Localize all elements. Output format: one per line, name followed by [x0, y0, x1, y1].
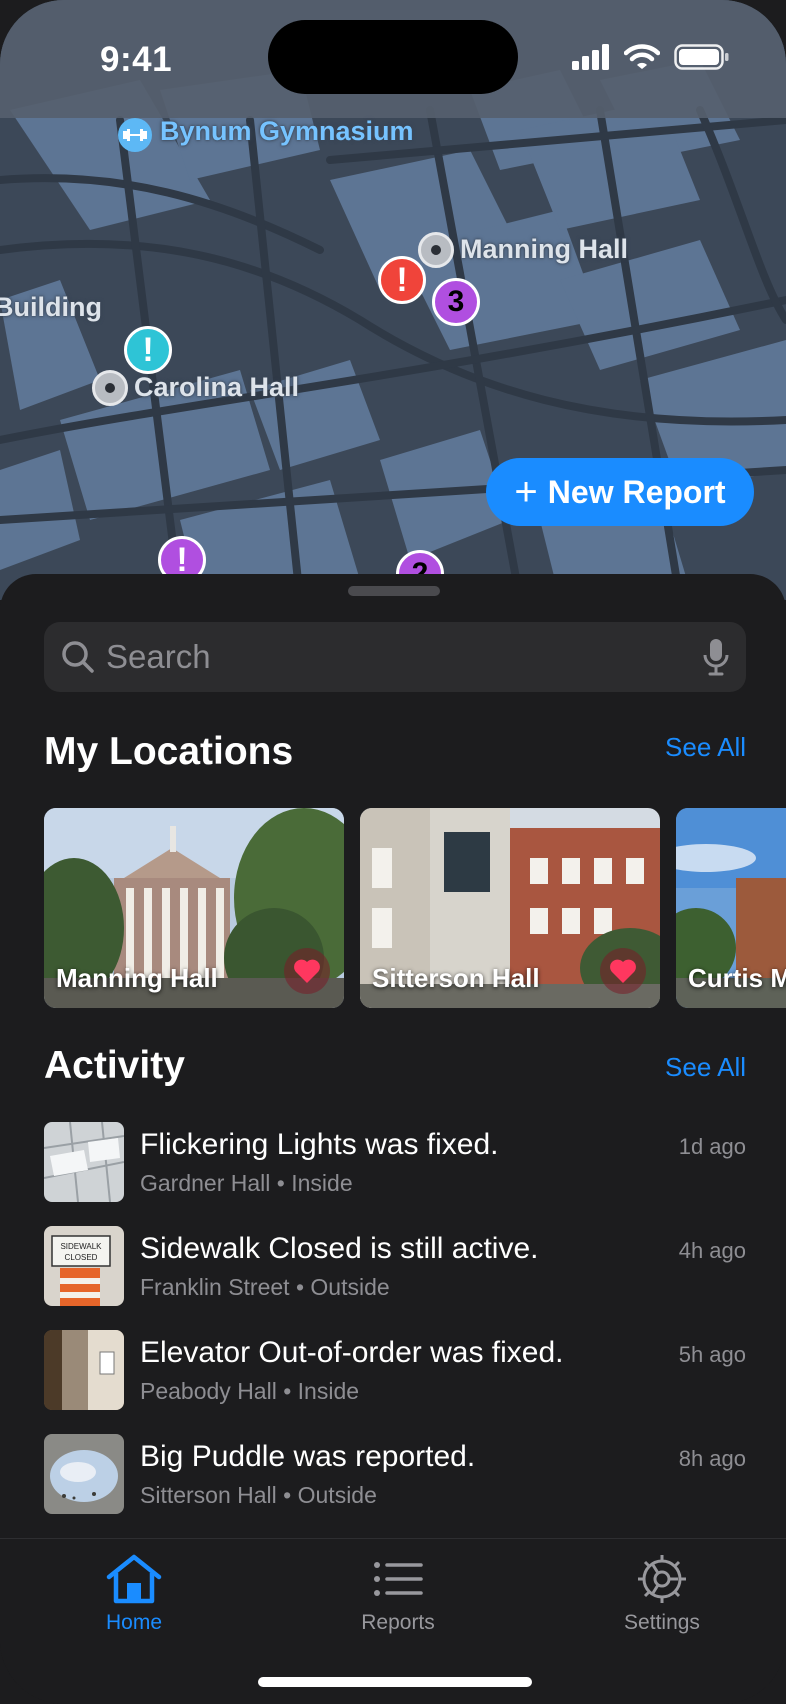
- status-time: 9:41: [100, 40, 173, 79]
- list-icon: [374, 1562, 423, 1596]
- activity-subtitle: Peabody Hall • Inside: [140, 1378, 360, 1404]
- location-card-sitterson[interactable]: Sitterson Hall: [360, 808, 660, 1008]
- cluster-pin[interactable]: 3: [432, 278, 480, 326]
- activity-title: Big Puddle was reported.: [140, 1440, 476, 1473]
- cellular-signal-icon: [572, 44, 609, 70]
- activity-time: 8h ago: [678, 1446, 746, 1471]
- microphone-icon[interactable]: [700, 637, 732, 677]
- activity-row[interactable]: SIDEWALK CLOSED Sidewalk Closed is still…: [44, 1226, 746, 1306]
- locations-carousel[interactable]: Manning Hall Sitterson Hall Curtis M: [44, 808, 786, 1008]
- new-report-label: New Report: [547, 473, 726, 510]
- activity-time: 4h ago: [678, 1238, 746, 1263]
- phone-screen: 9:41 Bynum Gymnasium Manning Hall Buildi…: [0, 0, 786, 1704]
- location-name: Sitterson Hall: [372, 963, 540, 993]
- favorite-heart-icon[interactable]: [600, 948, 646, 994]
- activity-time: 5h ago: [678, 1342, 746, 1367]
- poi-marker-carolina[interactable]: [92, 370, 128, 406]
- activity-subtitle: Franklin Street • Outside: [140, 1274, 390, 1300]
- new-report-button[interactable]: + New Report: [486, 458, 754, 526]
- search-input[interactable]: [106, 638, 700, 676]
- activity-thumbnail: [44, 1122, 124, 1202]
- activity-subtitle: Gardner Hall • Inside: [140, 1170, 353, 1196]
- activity-see-all[interactable]: See All: [665, 1052, 746, 1083]
- tab-reports[interactable]: Reports: [318, 1553, 478, 1653]
- campus-map[interactable]: 9:41 Bynum Gymnasium Manning Hall Buildi…: [0, 0, 786, 600]
- svg-text:CLOSED: CLOSED: [65, 1253, 98, 1262]
- favorite-heart-icon[interactable]: [284, 948, 330, 994]
- alert-pin-red[interactable]: !: [378, 256, 426, 304]
- tab-settings-label: Settings: [624, 1611, 700, 1634]
- alert-pin-cyan[interactable]: !: [124, 326, 172, 374]
- status-icons: [572, 44, 730, 70]
- tab-home-label: Home: [105, 1611, 163, 1634]
- activity-title: Sidewalk Closed is still active.: [140, 1232, 539, 1265]
- search-bar[interactable]: [44, 622, 746, 692]
- map-label-gymnasium[interactable]: Bynum Gymnasium: [160, 116, 414, 147]
- activity-subtitle: Sitterson Hall • Outside: [140, 1482, 377, 1508]
- tab-home[interactable]: Home: [54, 1553, 214, 1653]
- location-card-curtis[interactable]: Curtis M: [676, 808, 786, 1008]
- dumbbell-icon[interactable]: [118, 118, 152, 152]
- battery-icon: [674, 44, 729, 70]
- poi-marker-manning[interactable]: [418, 232, 454, 268]
- dynamic-island: [268, 20, 518, 94]
- tab-settings[interactable]: Settings: [582, 1553, 742, 1653]
- activity-thumbnail: SIDEWALK CLOSED: [44, 1226, 124, 1306]
- map-label-manning[interactable]: Manning Hall: [460, 234, 628, 265]
- activity-row[interactable]: Flickering Lights was fixed. Gardner Hal…: [44, 1122, 746, 1202]
- activity-title: Flickering Lights was fixed.: [140, 1128, 499, 1161]
- activity-time: 1d ago: [678, 1134, 746, 1159]
- activity-row[interactable]: Elevator Out-of-order was fixed. Peabody…: [44, 1330, 746, 1410]
- search-icon: [62, 641, 94, 673]
- home-indicator[interactable]: [258, 1677, 532, 1687]
- sheet-grabber[interactable]: [348, 586, 440, 596]
- map-label-carolina[interactable]: Carolina Hall: [134, 372, 299, 403]
- map-label-building[interactable]: Building: [0, 292, 102, 323]
- gear-icon: [638, 1555, 686, 1603]
- my-locations-see-all[interactable]: See All: [665, 732, 746, 763]
- house-icon: [106, 1554, 162, 1604]
- location-name: Manning Hall: [56, 963, 218, 993]
- activity-thumbnail: [44, 1330, 124, 1410]
- location-card-manning[interactable]: Manning Hall: [44, 808, 344, 1008]
- activity-thumbnail: [44, 1434, 124, 1514]
- my-locations-title: My Locations: [44, 730, 294, 773]
- svg-text:SIDEWALK: SIDEWALK: [60, 1242, 102, 1251]
- tab-bar: Home Reports Settings: [0, 1538, 786, 1704]
- wifi-icon: [624, 44, 660, 69]
- activity-title: Activity: [44, 1044, 185, 1087]
- bottom-sheet: My Locations See All Manning Hall: [0, 574, 786, 1704]
- status-bar: 9:41: [0, 0, 786, 118]
- plus-icon: +: [514, 470, 538, 514]
- tab-reports-label: Reports: [361, 1611, 435, 1634]
- activity-row[interactable]: Big Puddle was reported. Sitterson Hall …: [44, 1434, 746, 1514]
- activity-title: Elevator Out-of-order was fixed.: [140, 1336, 564, 1369]
- location-name: Curtis M: [688, 963, 786, 993]
